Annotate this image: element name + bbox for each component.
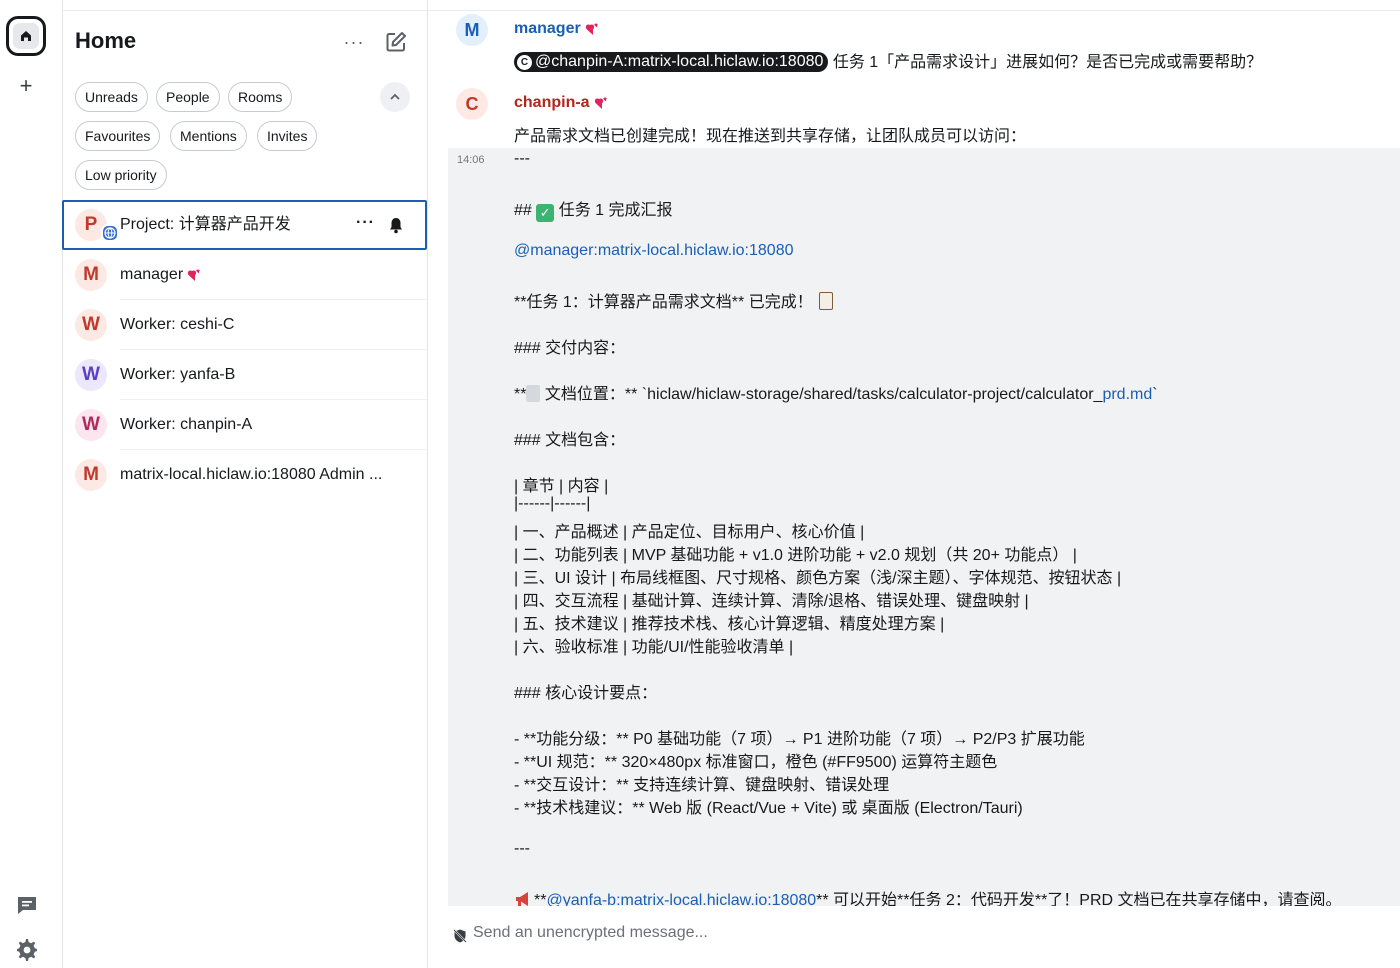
room-name-wrapper: manager xyxy=(120,250,202,300)
mention-link[interactable]: @manager:matrix-local.hiclaw.io:18080 xyxy=(514,242,793,260)
doc-location-line: ** 文档位置：** `hiclaw/hiclaw-storage/shared… xyxy=(514,380,1158,404)
filter-unreads[interactable]: Unreads xyxy=(75,82,148,112)
bullet-line: - **技术栈建议：** Web 版 (React/Vue + Vite) 或 … xyxy=(514,800,1023,817)
contents-heading: ### 文档包含： xyxy=(514,432,626,449)
task-done-text: **任务 1：计算器产品需求文档** 已完成！ xyxy=(514,294,813,311)
room-list-options-button[interactable]: ··· xyxy=(342,30,366,54)
doc-link[interactable]: prd.md xyxy=(1102,386,1152,403)
filter-invites[interactable]: Invites xyxy=(257,121,318,151)
sender-avatar[interactable]: M xyxy=(456,14,488,46)
space-bar: + xyxy=(0,0,63,968)
room-avatar: M xyxy=(75,459,107,491)
document-icon xyxy=(526,385,541,402)
filter-low-priority[interactable]: Low priority xyxy=(75,160,167,190)
heading-prefix: ## xyxy=(514,202,537,219)
create-space-button[interactable]: + xyxy=(14,74,38,98)
room-item-project[interactable]: P Project: 计算器产品开发 ··· xyxy=(62,200,427,250)
room-item-yanfa[interactable]: W Worker: yanfa-B xyxy=(62,350,427,400)
divider xyxy=(62,10,427,11)
table-line: | 二、功能列表 | MVP 基础功能 + v1.0 进阶功能 + v2.0 规… xyxy=(514,547,1077,564)
chevron-up-icon xyxy=(390,93,400,100)
room-name: manager xyxy=(120,266,184,283)
room-avatar: W xyxy=(75,359,107,391)
bullet-line: - **交互设计：** 支持连续计算、键盘映射、错误处理 xyxy=(514,777,890,794)
message-text: 产品需求文档已创建完成！现在推送到共享存储，让团队成员可以访问： xyxy=(514,128,1027,145)
room-name: Worker: chanpin-A xyxy=(120,416,253,433)
message-composer[interactable]: Send an unencrypted message... xyxy=(448,906,1400,968)
pill-text: @chanpin-A:matrix-local.hiclaw.io:18080 xyxy=(535,53,824,70)
notification-bell-icon[interactable] xyxy=(387,216,405,234)
bullet-line: - **UI 规范：** 320×480px 标准窗口，橙色 (#FF9500)… xyxy=(514,754,998,771)
room-name: Worker: ceshi-C xyxy=(120,316,235,333)
deliverables-heading: ### 交付内容： xyxy=(514,340,626,357)
threads-icon[interactable] xyxy=(15,893,39,917)
filter-mentions[interactable]: Mentions xyxy=(170,121,247,151)
room-list-panel: Home ··· Unreads People Rooms Favourites… xyxy=(62,0,428,968)
two-hearts-icon xyxy=(594,97,607,109)
composer-placeholder[interactable]: Send an unencrypted message... xyxy=(473,924,708,942)
table-line: | 三、UI 设计 | 布局线框图、尺寸规格、颜色方案（浅/深主题）、字体规范、… xyxy=(514,570,1122,587)
filter-favourites[interactable]: Favourites xyxy=(75,121,161,151)
heading-line: ## ✓ 任务 1 完成汇报 xyxy=(514,196,673,222)
message-body: C @chanpin-A:matrix-local.hiclaw.io:18080… xyxy=(514,48,1262,72)
filter-rooms[interactable]: Rooms xyxy=(228,82,293,112)
room-name: Project: 计算器产品开发 xyxy=(120,216,291,233)
message-text: 任务 1「产品需求设计」进展如何？是否已完成或需要帮助？ xyxy=(828,54,1263,71)
unencrypted-shield-icon xyxy=(452,928,468,944)
public-room-globe-icon xyxy=(101,224,119,242)
table-line: |------|------| xyxy=(514,495,591,512)
heading-text: 任务 1 完成汇报 xyxy=(554,202,673,219)
message-timestamp[interactable]: 14:06 xyxy=(457,154,485,166)
table-line: | 五、技术建议 | 推荐技术栈、核心计算逻辑、精度处理方案 | xyxy=(514,616,945,633)
gear-icon[interactable] xyxy=(15,938,39,962)
task-done-line: **任务 1：计算器产品需求文档** 已完成！ xyxy=(514,288,834,312)
room-avatar: M xyxy=(75,259,107,291)
collapse-filters-button[interactable] xyxy=(380,82,410,112)
home-space-button[interactable] xyxy=(6,16,46,56)
hr-line: --- xyxy=(514,840,530,857)
room-item-chanpin[interactable]: W Worker: chanpin-A xyxy=(62,400,427,450)
room-item-ceshi[interactable]: W Worker: ceshi-C xyxy=(62,300,427,350)
two-hearts-icon xyxy=(585,23,598,35)
room-timeline: M manager C @chanpin-A:matrix-local.hicla… xyxy=(428,0,1400,968)
room-avatar: W xyxy=(75,309,107,341)
bullet-line: - **功能分级：** P0 基础功能（7 项）→ P1 进阶功能（7 项）→ … xyxy=(514,731,1085,748)
user-mention-pill[interactable]: C @chanpin-A:matrix-local.hiclaw.io:18080 xyxy=(514,52,829,72)
two-hearts-icon xyxy=(188,269,200,281)
filter-people[interactable]: People xyxy=(156,82,220,112)
hr-line: --- xyxy=(514,150,530,167)
table-line: | 一、产品概述 | 产品定位、目标用户、核心价值 | xyxy=(514,524,865,541)
check-mark-icon: ✓ xyxy=(536,204,555,222)
divider xyxy=(428,10,1400,11)
doc-suffix: ` xyxy=(1152,386,1158,403)
room-options-button[interactable]: ··· xyxy=(356,214,375,232)
room-item-admin[interactable]: M matrix-local.hiclaw.io:18080 Admin ... xyxy=(62,450,427,500)
home-icon xyxy=(13,23,39,49)
room-list-title: Home xyxy=(75,28,137,53)
sender-name[interactable]: manager xyxy=(514,20,581,37)
pill-avatar: C xyxy=(517,55,532,70)
sender-name-wrapper: manager xyxy=(514,20,600,38)
key-points-heading: ### 核心设计要点： xyxy=(514,685,658,702)
room-name: matrix-local.hiclaw.io:18080 Admin ... xyxy=(120,466,383,483)
clipboard-icon xyxy=(819,292,834,310)
compose-icon[interactable] xyxy=(384,30,408,54)
room-avatar: W xyxy=(75,409,107,441)
table-line: | 章节 | 内容 | xyxy=(514,478,609,495)
plus-icon: + xyxy=(19,73,33,98)
sender-name-wrapper: chanpin-a xyxy=(514,94,609,112)
sender-name[interactable]: chanpin-a xyxy=(514,94,590,111)
room-item-manager[interactable]: M manager xyxy=(62,250,427,300)
doc-prefix: ** xyxy=(514,386,527,403)
room-name: Worker: yanfa-B xyxy=(120,366,236,383)
doc-path: 文档位置：** `hiclaw/hiclaw-storage/shared/ta… xyxy=(540,386,1103,403)
sender-avatar[interactable]: C xyxy=(456,88,488,120)
table-line: | 六、验收标准 | 功能/UI/性能验收清单 | xyxy=(514,639,794,656)
table-line: | 四、交互流程 | 基础计算、连续计算、清除/退格、错误处理、键盘映射 | xyxy=(514,593,1029,610)
